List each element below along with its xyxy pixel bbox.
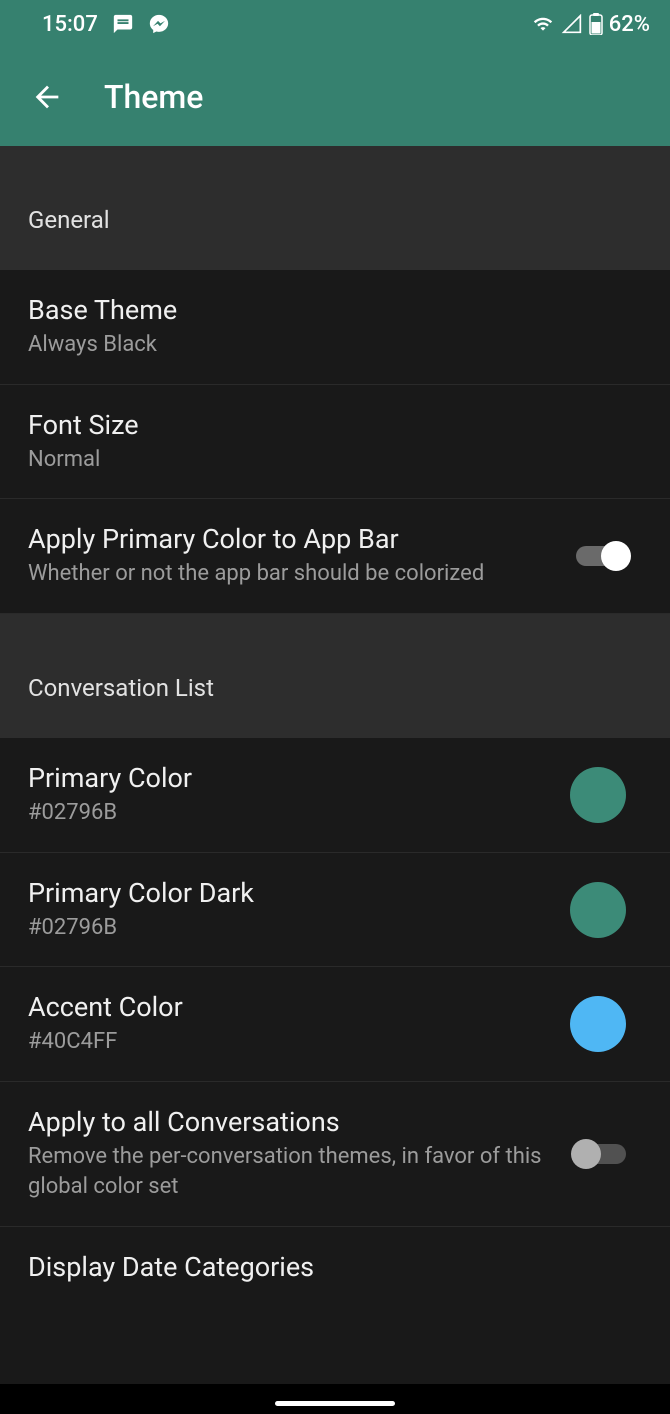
- apply-primary-title: Apply Primary Color to App Bar: [28, 523, 556, 555]
- row-font-size[interactable]: Font Size Normal: [0, 385, 670, 500]
- battery-percent: 62%: [609, 12, 650, 37]
- apply-all-toggle[interactable]: [576, 1144, 626, 1164]
- display-date-title: Display Date Categories: [28, 1251, 622, 1283]
- apply-primary-sub: Whether or not the app bar should be col…: [28, 559, 556, 589]
- status-time: 15:07: [42, 12, 98, 37]
- messenger-icon: [148, 13, 170, 35]
- row-primary-color[interactable]: Primary Color #02796B: [0, 738, 670, 853]
- font-size-title: Font Size: [28, 409, 622, 441]
- accent-color-swatch: [570, 996, 626, 1052]
- accent-color-title: Accent Color: [28, 991, 550, 1023]
- apply-primary-toggle[interactable]: [576, 546, 626, 566]
- primary-color-dark-swatch: [570, 882, 626, 938]
- row-display-date-categories[interactable]: Display Date Categories: [0, 1227, 670, 1287]
- font-size-value: Normal: [28, 445, 622, 475]
- battery-icon: [589, 13, 603, 35]
- chat-icon: [112, 13, 134, 35]
- back-button[interactable]: [30, 80, 64, 114]
- row-accent-color[interactable]: Accent Color #40C4FF: [0, 967, 670, 1082]
- signal-icon: [561, 14, 583, 34]
- app-bar: Theme: [0, 48, 670, 146]
- row-primary-color-dark[interactable]: Primary Color Dark #02796B: [0, 853, 670, 968]
- primary-color-dark-title: Primary Color Dark: [28, 877, 550, 909]
- base-theme-value: Always Black: [28, 330, 622, 360]
- primary-color-swatch: [570, 767, 626, 823]
- primary-color-title: Primary Color: [28, 762, 550, 794]
- wifi-icon: [531, 14, 555, 34]
- row-base-theme[interactable]: Base Theme Always Black: [0, 270, 670, 385]
- nav-handle[interactable]: [275, 1401, 395, 1406]
- apply-all-sub: Remove the per-conversation themes, in f…: [28, 1142, 556, 1201]
- apply-all-title: Apply to all Conversations: [28, 1106, 556, 1138]
- row-apply-all-conversations[interactable]: Apply to all Conversations Remove the pe…: [0, 1082, 670, 1226]
- accent-color-value: #40C4FF: [28, 1027, 550, 1057]
- primary-color-value: #02796B: [28, 798, 550, 828]
- page-title: Theme: [104, 78, 203, 116]
- row-apply-primary-appbar[interactable]: Apply Primary Color to App Bar Whether o…: [0, 499, 670, 614]
- primary-color-dark-value: #02796B: [28, 913, 550, 943]
- base-theme-title: Base Theme: [28, 294, 622, 326]
- status-bar: 15:07 62%: [0, 0, 670, 48]
- section-conversation-list: Conversation List: [0, 614, 670, 738]
- section-general: General: [0, 146, 670, 270]
